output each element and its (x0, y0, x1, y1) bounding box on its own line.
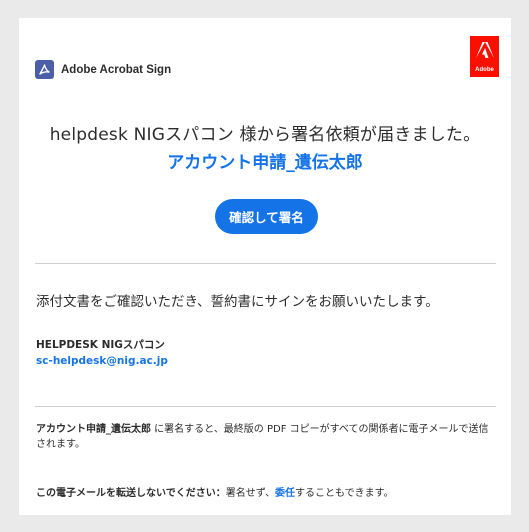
acrobat-sign-logo-icon (35, 60, 54, 79)
adobe-logo-icon: Adobe (470, 36, 499, 77)
delegate-link[interactable]: 委任 (275, 488, 295, 499)
sender-message: 添付文書をご確認いただき、誓約書にサインをお願いいたします。 (36, 294, 439, 310)
header: Adobe Acrobat Sign (35, 60, 171, 79)
forward-warning-bold: この電子メールを転送しないでください： (36, 488, 226, 499)
signing-notice: アカウント申請_遺伝太郎 に署名すると、最終版の PDF コピーがすべての関係者… (36, 422, 498, 452)
forward-warning-end: することもできます。 (295, 488, 394, 499)
divider (35, 263, 496, 264)
sender-email-link[interactable]: sc-helpdesk@nig.ac.jp (36, 355, 168, 367)
document-name: アカウント申請_遺伝太郎 (167, 153, 363, 173)
divider (35, 406, 496, 407)
adobe-badge-text: Adobe (475, 67, 494, 73)
email-card: Adobe Acrobat Sign Adobe helpdesk NIGスパコ… (19, 18, 511, 515)
forward-warning: この電子メールを転送しないでください：署名せず、委任することもできます。 (36, 484, 394, 499)
forward-warning-text: 署名せず、 (225, 488, 276, 499)
brand-name: Adobe Acrobat Sign (61, 63, 172, 76)
review-and-sign-button[interactable]: 確認して署名 (215, 199, 318, 234)
headline: helpdesk NIGスパコン 様から署名依頼が届きました。 (49, 125, 481, 145)
notice-document-name: アカウント申請_遺伝太郎 (36, 424, 151, 435)
sender-name: HELPDESK NIGスパコン (36, 339, 165, 351)
